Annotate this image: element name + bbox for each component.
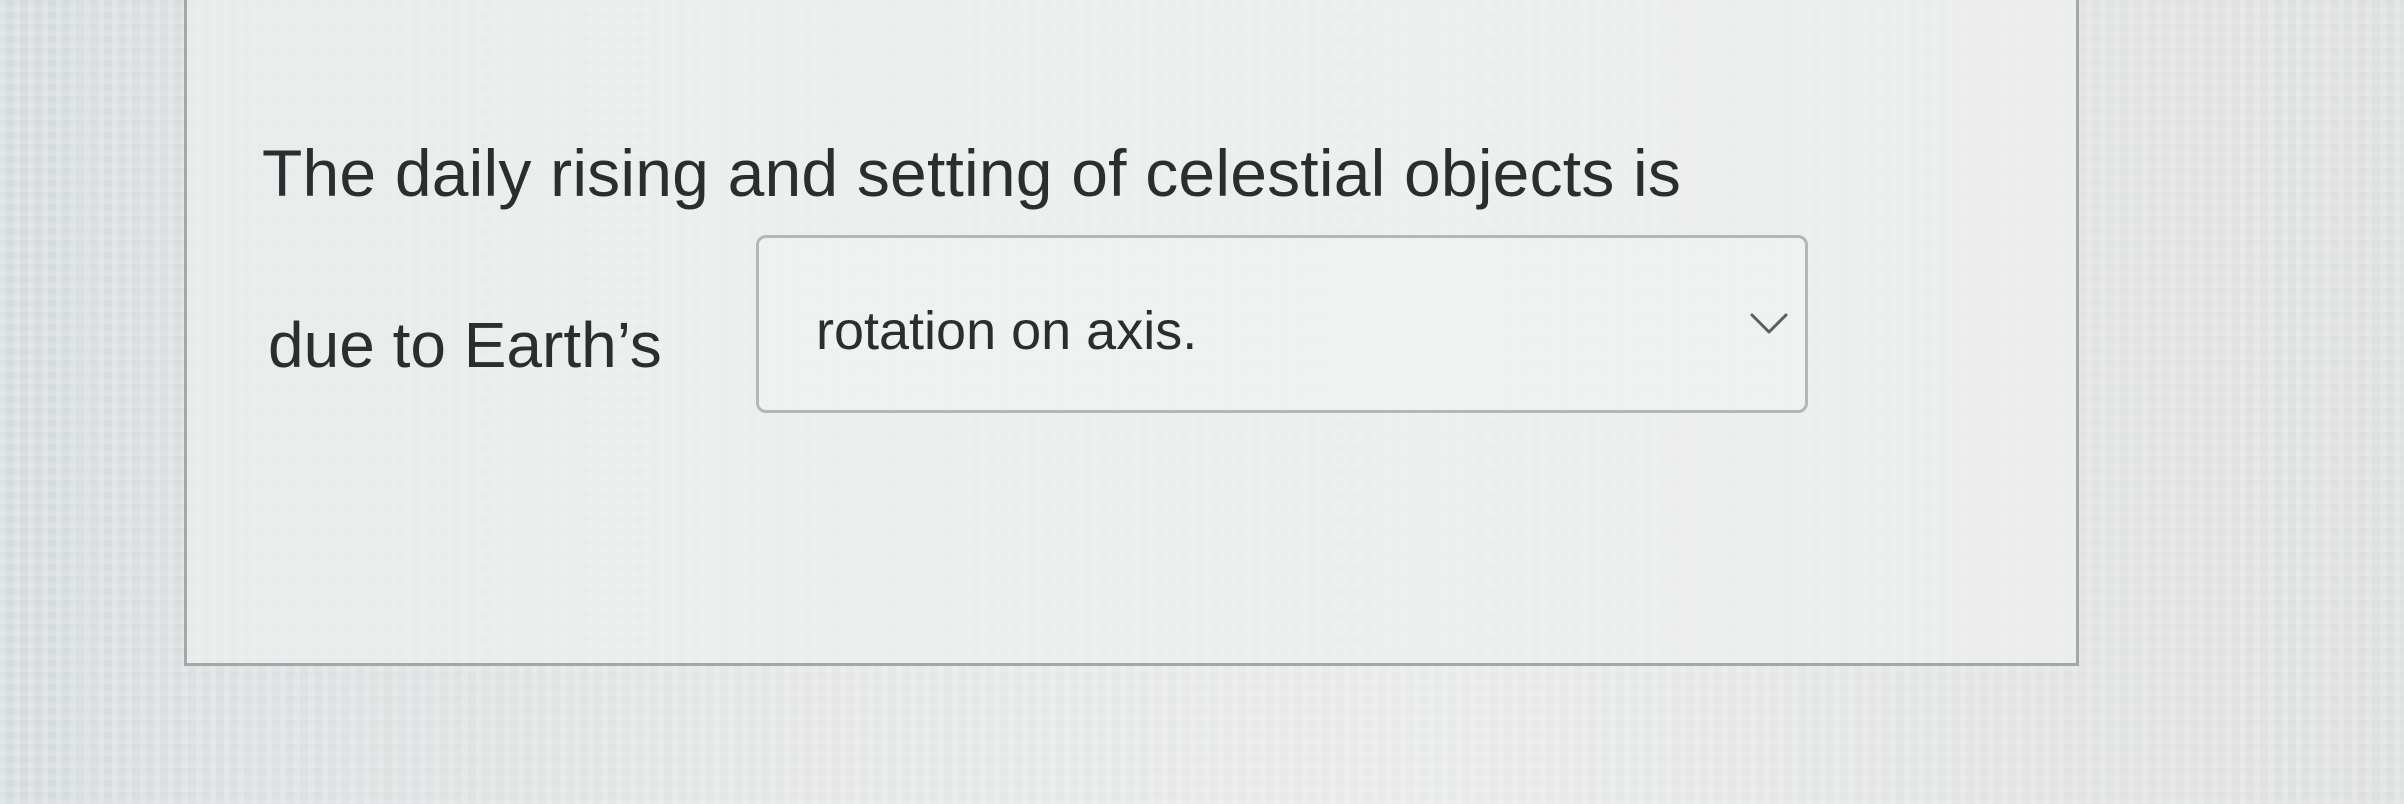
chevron-down-icon[interactable] — [1749, 312, 1789, 336]
dropdown-selected-value: rotation on axis. — [816, 301, 1198, 361]
question-text-line-1: The daily rising and setting of celestia… — [262, 136, 1682, 210]
answer-dropdown[interactable]: rotation on axis. — [756, 235, 1808, 413]
question-text-line-2: due to Earth’s — [268, 309, 662, 381]
